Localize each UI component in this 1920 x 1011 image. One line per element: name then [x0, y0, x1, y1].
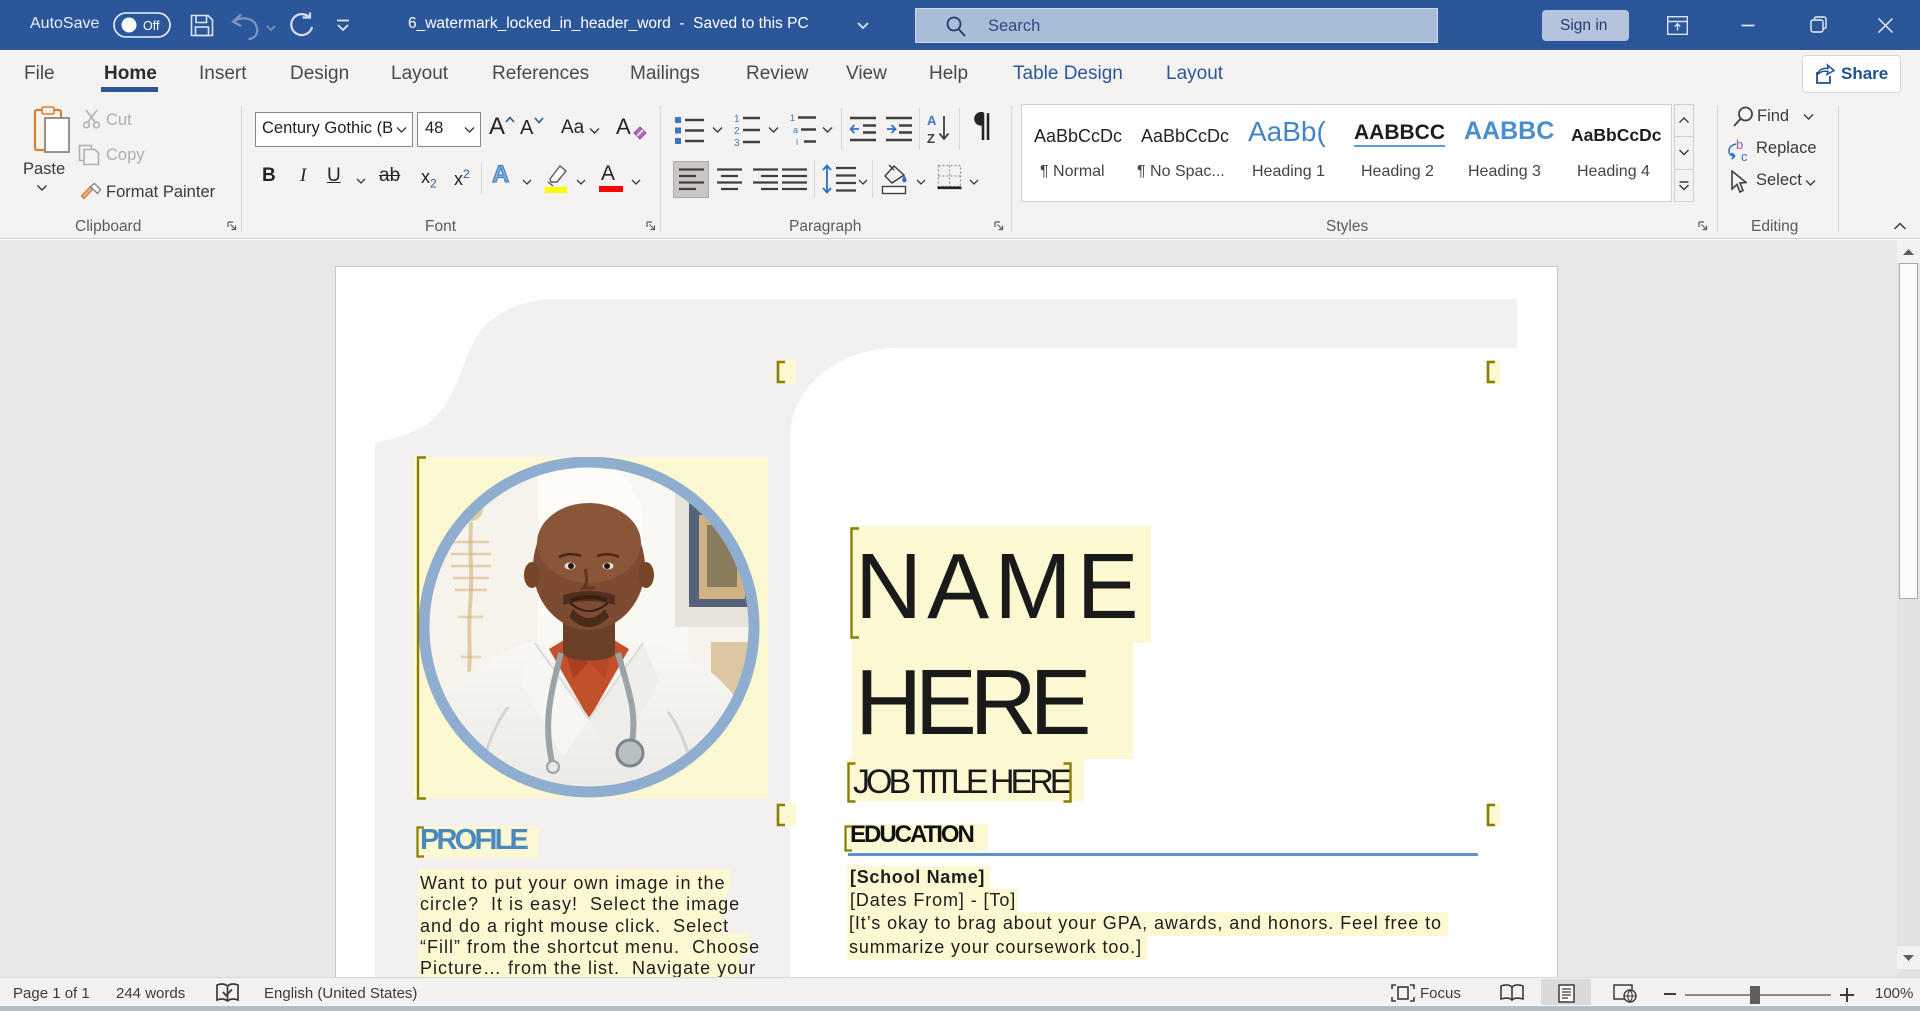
- svg-text:a: a: [793, 125, 798, 135]
- svg-text:2: 2: [734, 126, 740, 137]
- svg-text:1: 1: [790, 113, 795, 123]
- svg-text:Z: Z: [927, 131, 935, 146]
- svg-text:3: 3: [734, 138, 740, 147]
- svg-text:A: A: [927, 113, 937, 128]
- svg-text:1: 1: [734, 114, 740, 125]
- svg-text:i: i: [796, 137, 798, 147]
- svg-text:Off: Off: [143, 19, 160, 33]
- svg-text:c: c: [1741, 149, 1748, 163]
